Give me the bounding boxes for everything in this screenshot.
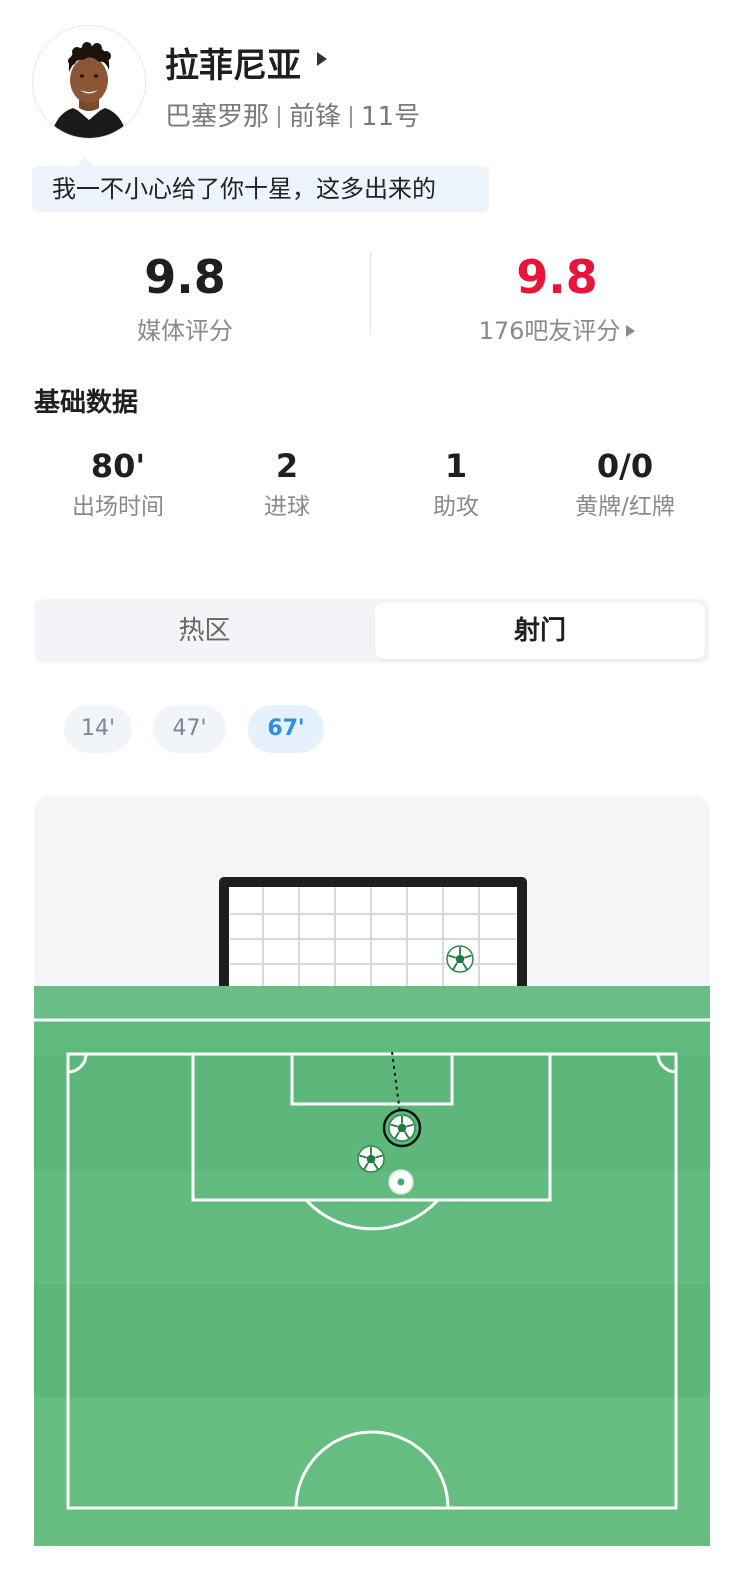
play-arrow-icon[interactable] [317,52,327,66]
player-position: 前锋 [289,102,342,132]
shot-saved-icon[interactable] [388,1169,414,1195]
goal-ball-icon [446,945,474,973]
stat-value: 1 [444,447,468,485]
player-number: 11号 [361,102,421,132]
shot-goal-icon[interactable] [357,1145,385,1173]
stat-label: 助攻 [433,494,479,520]
media-rating: 9.8 媒体评分 [5,248,365,346]
stat-value: 80' [90,447,146,485]
tab-heatmap[interactable]: 热区 [38,603,371,659]
fan-rating-label[interactable]: 176吧友评分 [377,316,737,346]
shot-time-pill[interactable]: 47' [153,705,226,753]
goal-net [224,882,522,986]
stat-cards: 0/0 黄牌/红牌 [540,446,710,522]
shot-map-pitch [34,796,710,1546]
media-rating-label: 媒体评分 [137,317,233,345]
player-name[interactable]: 拉菲尼亚 [165,38,301,87]
stat-minutes: 80' 出场时间 [33,446,203,522]
player-club: 巴塞罗那 [165,102,270,132]
stat-value: 2 [275,447,299,485]
stat-assists: 1 助攻 [371,446,541,522]
tab-shots[interactable]: 射门 [375,603,705,659]
divider [350,106,353,128]
shot-time-pill-selected[interactable]: 67' [248,705,324,753]
stat-value: 0/0 [596,447,654,485]
section-title-basic-stats: 基础数据 [34,388,139,418]
play-arrow-icon [626,325,636,337]
fan-rating[interactable]: 9.8 176吧友评分 [377,248,737,346]
stat-label: 进球 [264,494,310,520]
fan-rating-value: 9.8 [516,250,598,304]
comment-bubble[interactable]: 我一不小心给了你十星，这多出来的 [32,166,489,212]
stat-label: 黄牌/红牌 [575,494,675,520]
divider [278,106,281,128]
rating-divider [370,252,371,334]
view-tabs: 热区 射门 [34,599,709,663]
player-meta: 巴塞罗那 前锋 11号 [165,96,420,133]
fan-rating-label-text: 176吧友评分 [478,317,621,345]
player-avatar[interactable] [32,25,146,139]
stat-goals: 2 进球 [202,446,372,522]
shot-goal-icon[interactable] [388,1114,416,1142]
shot-map [34,796,710,1546]
shot-time-pill[interactable]: 14' [64,705,132,753]
media-rating-value: 9.8 [144,250,226,304]
stat-label: 出场时间 [72,494,164,520]
